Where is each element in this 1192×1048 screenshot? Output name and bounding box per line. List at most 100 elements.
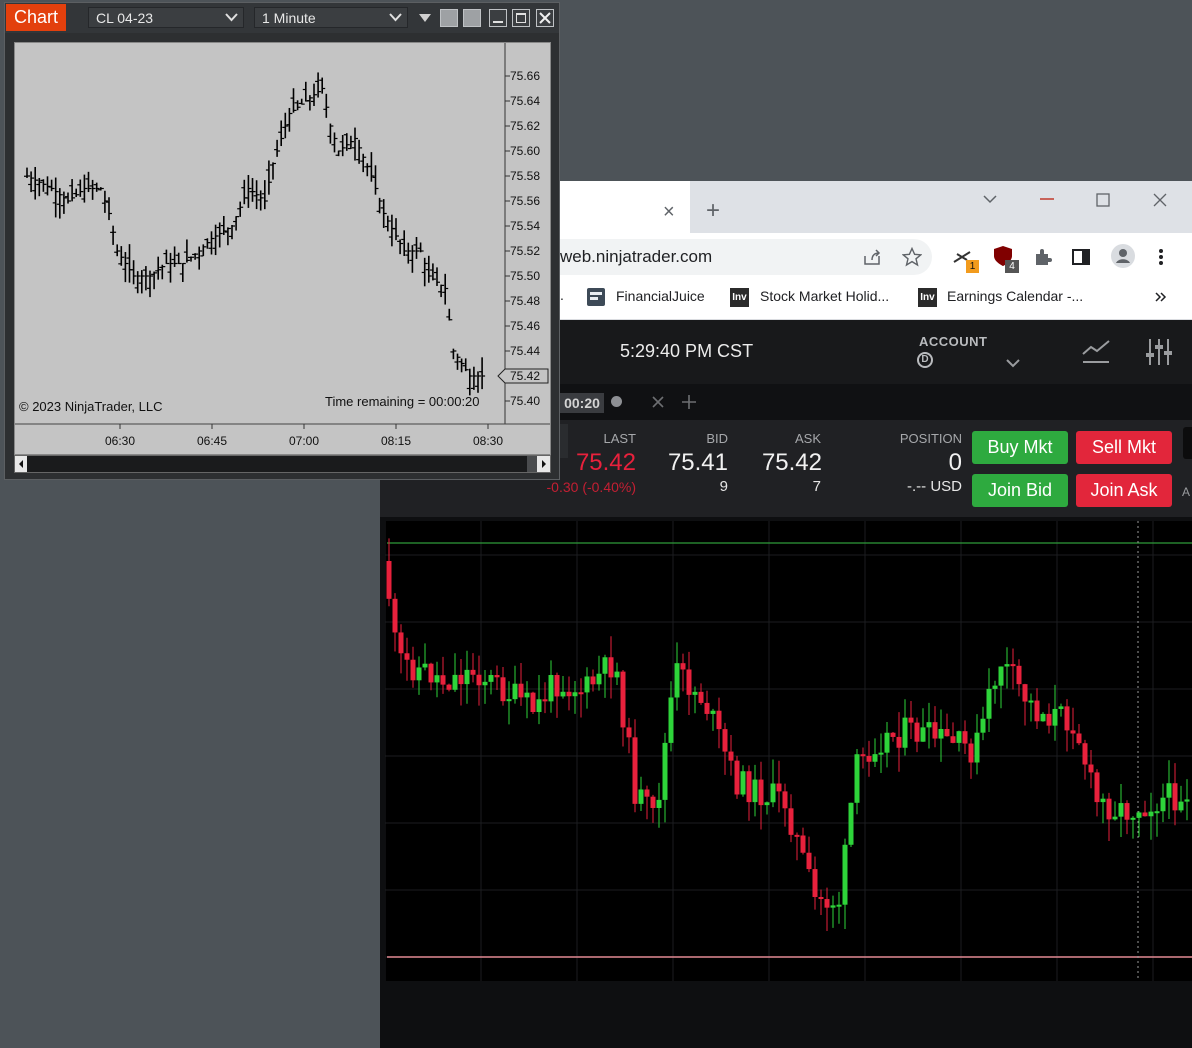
maximize-icon[interactable]	[512, 9, 530, 27]
partial-button[interactable]	[1183, 427, 1192, 459]
candle-body	[464, 669, 470, 685]
tile-window-icon[interactable]	[440, 9, 458, 27]
candle-body	[1184, 799, 1190, 802]
candle-body	[776, 783, 782, 792]
buy-market-button[interactable]: Buy Mkt	[972, 431, 1068, 464]
candle-body	[1118, 803, 1124, 817]
chevron-down-icon[interactable]	[389, 13, 402, 22]
candle-body	[674, 663, 680, 698]
new-tab-icon[interactable]: +	[706, 197, 720, 225]
url-text[interactable]: web.ninjatrader.com	[560, 247, 712, 267]
price-tick-label: 75.44	[510, 344, 540, 358]
candle-body	[938, 729, 944, 739]
toolbar-overflow-icon[interactable]	[419, 14, 431, 22]
candle-body	[998, 666, 1004, 686]
ninjatrader-chart-window: Chart CL 04-23 1 Minute 75.66 75.64 75.62 7…	[4, 2, 560, 480]
minimize-icon[interactable]	[1038, 193, 1056, 205]
price-tick-label: 75.50	[510, 269, 540, 283]
scroll-right-button[interactable]	[537, 456, 550, 472]
bookmarks-overflow-icon[interactable]	[1155, 291, 1167, 303]
instrument-selector[interactable]: CL 04-23	[88, 7, 244, 28]
bid-label: BID	[706, 431, 728, 446]
candle-body	[764, 802, 770, 806]
candle-body	[692, 691, 698, 695]
candle-body	[416, 667, 422, 681]
candle-body	[512, 683, 518, 700]
account-dropdown-chevron-icon[interactable]	[1005, 358, 1021, 368]
time-tick-label: 08:15	[381, 434, 411, 448]
chart-menu-button[interactable]: Chart	[6, 4, 66, 31]
close-window-icon[interactable]	[1153, 193, 1167, 207]
join-ask-button[interactable]: Join Ask	[1076, 474, 1172, 507]
candle-body	[896, 736, 902, 748]
browser-menu-icon[interactable]	[1158, 248, 1164, 266]
settings-sliders-icon[interactable]	[1145, 337, 1173, 367]
share-icon[interactable]	[862, 248, 882, 266]
candle-body	[614, 671, 620, 678]
minimize-icon[interactable]	[489, 9, 507, 27]
candle-body	[1058, 706, 1064, 709]
candle-body	[974, 732, 980, 763]
candle-body	[554, 675, 560, 697]
candle-body	[482, 681, 488, 686]
bookmark-star-icon[interactable]	[902, 247, 922, 267]
price-tick-label: 75.48	[510, 294, 540, 308]
candle-body	[1052, 708, 1058, 726]
candle-body	[1076, 733, 1082, 744]
candle-body	[458, 674, 464, 685]
position-label: POSITION	[899, 431, 962, 446]
candlestick-chart[interactable]	[384, 521, 1192, 981]
candle-body	[932, 722, 938, 739]
candle-body	[476, 674, 482, 686]
link-window-icon[interactable]	[463, 9, 481, 27]
candle-body	[992, 685, 998, 689]
candle-body	[1088, 764, 1094, 773]
candle-body	[1010, 664, 1016, 667]
ask-price: 75.42	[761, 449, 822, 476]
side-panel-icon[interactable]	[1072, 248, 1090, 266]
candle-body	[878, 752, 884, 755]
candle-body	[848, 802, 854, 845]
horizontal-scrollbar[interactable]	[14, 455, 551, 473]
chevron-down-icon[interactable]	[225, 13, 238, 22]
bookmark-stock-market-holidays[interactable]: Stock Market Holid...	[760, 288, 889, 304]
candle-body	[890, 732, 896, 737]
candle-body	[530, 692, 536, 713]
candle-body	[884, 732, 890, 753]
add-tab-icon[interactable]	[682, 395, 696, 409]
interval-value: 1 Minute	[262, 10, 316, 26]
time-tick-label: 06:30	[105, 434, 135, 448]
sell-market-button[interactable]: Sell Mkt	[1076, 431, 1172, 464]
close-icon[interactable]	[536, 9, 554, 27]
candle-body	[812, 869, 818, 897]
bookmark-financialjuice[interactable]: FinancialJuice	[616, 288, 705, 304]
interval-selector[interactable]: 1 Minute	[254, 7, 408, 28]
candle-body	[584, 676, 590, 693]
profile-avatar-icon[interactable]	[1110, 243, 1136, 269]
extensions-puzzle-icon[interactable]	[1033, 247, 1053, 267]
bookmark-earnings-calendar[interactable]: Earnings Calendar -...	[947, 288, 1083, 304]
candle-body	[746, 771, 752, 803]
maximize-icon[interactable]	[1096, 193, 1110, 207]
candle-body	[1154, 811, 1160, 814]
candle-body	[728, 751, 734, 761]
chart-trend-icon[interactable]	[1080, 338, 1112, 366]
financialjuice-icon	[587, 288, 605, 306]
account-badge[interactable]: D	[917, 352, 933, 368]
tab-close-icon[interactable]	[652, 396, 664, 408]
candle-body	[536, 699, 542, 713]
candle-body	[782, 791, 788, 809]
candle-body	[854, 754, 860, 803]
scroll-thumb[interactable]	[527, 456, 537, 472]
candle-body	[734, 760, 740, 795]
join-bid-button[interactable]: Join Bid	[972, 474, 1068, 507]
candle-body	[506, 699, 512, 702]
tab-close-icon[interactable]: ×	[663, 201, 675, 224]
candle-body	[602, 657, 608, 674]
scroll-left-button[interactable]	[15, 456, 27, 472]
position-pnl: -.-- USD	[907, 478, 962, 495]
candle-body	[632, 737, 638, 804]
candle-body	[386, 561, 392, 599]
candle-body	[494, 675, 500, 678]
tab-search-chevron-icon[interactable]	[982, 193, 998, 205]
